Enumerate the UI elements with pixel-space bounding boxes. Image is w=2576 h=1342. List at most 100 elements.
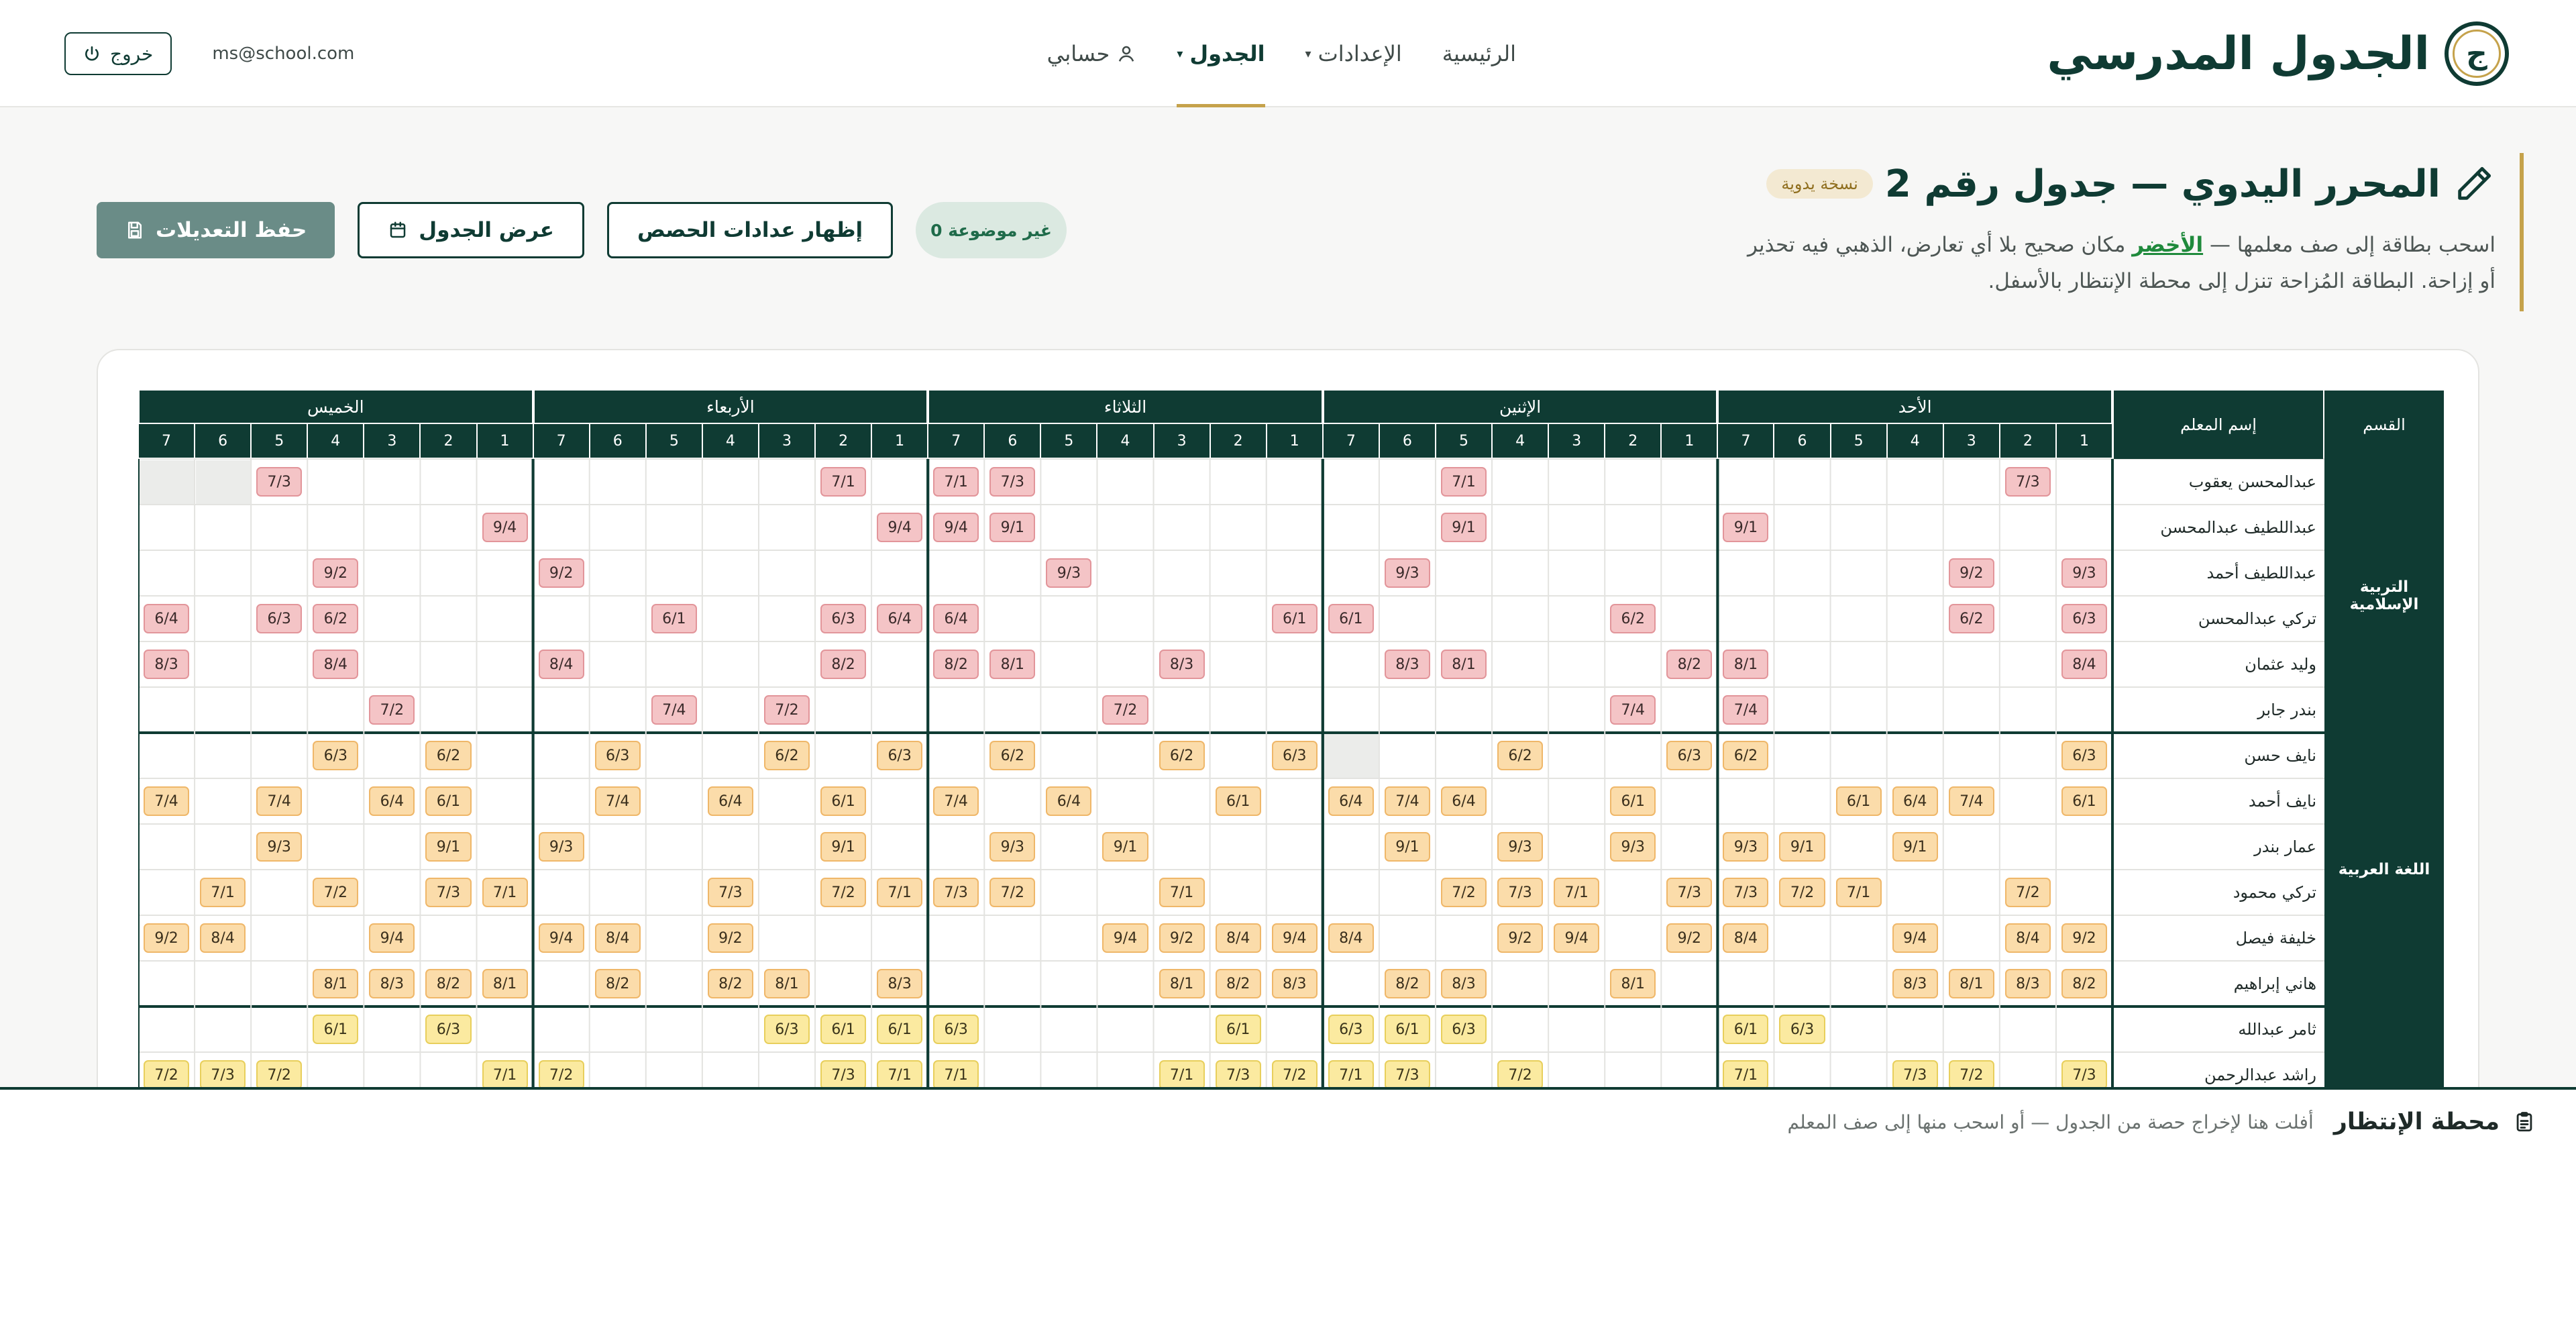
lesson-card[interactable]: 9/4 — [1102, 923, 1148, 953]
lesson-card[interactable]: 7/2 — [1102, 695, 1148, 725]
lesson-card[interactable]: 6/2 — [763, 741, 810, 770]
lesson-card[interactable]: 7/3 — [1723, 878, 1769, 907]
lesson-card[interactable]: 8/4 — [538, 650, 584, 679]
lesson-card[interactable]: 8/3 — [2004, 969, 2051, 998]
view-schedule-button[interactable]: عرض الجدول — [358, 202, 584, 258]
brand[interactable]: ج الجدول المدرسي — [2047, 20, 2509, 87]
lesson-card[interactable]: 8/3 — [1271, 969, 1318, 998]
lesson-card[interactable]: 7/1 — [482, 878, 528, 907]
lesson-card[interactable]: 8/2 — [1384, 969, 1430, 998]
lesson-card[interactable]: 7/3 — [256, 467, 303, 497]
lesson-card[interactable]: 6/4 — [933, 604, 979, 633]
lesson-card[interactable]: 9/4 — [369, 923, 415, 953]
lesson-card[interactable]: 9/2 — [144, 923, 190, 953]
lesson-card[interactable]: 6/3 — [1271, 741, 1318, 770]
lesson-card[interactable]: 7/4 — [933, 786, 979, 816]
lesson-card[interactable]: 6/1 — [425, 786, 472, 816]
lesson-card[interactable]: 7/1 — [1554, 878, 1600, 907]
lesson-card[interactable]: 9/1 — [1723, 513, 1769, 542]
lesson-card[interactable]: 6/3 — [1666, 741, 1713, 770]
lesson-card[interactable]: 9/3 — [256, 832, 303, 862]
lesson-card[interactable]: 6/3 — [877, 741, 923, 770]
lesson-card[interactable]: 6/1 — [1384, 1015, 1430, 1044]
lesson-card[interactable]: 6/2 — [1723, 741, 1769, 770]
lesson-card[interactable]: 8/1 — [1610, 969, 1656, 998]
lesson-card[interactable]: 9/3 — [538, 832, 584, 862]
lesson-card[interactable]: 7/1 — [877, 878, 923, 907]
lesson-card[interactable]: 7/2 — [1497, 1060, 1544, 1090]
lesson-card[interactable]: 7/1 — [820, 467, 867, 497]
lesson-card[interactable]: 9/3 — [2061, 558, 2107, 588]
lesson-card[interactable]: 9/1 — [820, 832, 867, 862]
lesson-card[interactable]: 7/2 — [1440, 878, 1487, 907]
lesson-card[interactable]: 6/3 — [1328, 1015, 1374, 1044]
lesson-card[interactable]: 8/4 — [2061, 650, 2107, 679]
nav-item-1[interactable]: الإعدادات ▾ — [1305, 0, 1402, 107]
lesson-card[interactable]: 6/4 — [1440, 786, 1487, 816]
lesson-card[interactable]: 8/1 — [1723, 650, 1769, 679]
lesson-card[interactable]: 6/2 — [425, 741, 472, 770]
lesson-card[interactable]: 6/4 — [1892, 786, 1938, 816]
lesson-card[interactable]: 9/1 — [989, 513, 1036, 542]
lesson-card[interactable]: 7/3 — [1892, 1060, 1938, 1090]
lesson-card[interactable]: 7/2 — [1779, 878, 1825, 907]
lesson-card[interactable]: 8/2 — [820, 650, 867, 679]
lesson-card[interactable]: 6/2 — [313, 604, 359, 633]
lesson-card[interactable]: 9/1 — [1892, 832, 1938, 862]
lesson-card[interactable]: 7/2 — [369, 695, 415, 725]
lesson-card[interactable]: 6/2 — [1948, 604, 1994, 633]
lesson-card[interactable]: 7/3 — [707, 878, 753, 907]
lesson-card[interactable]: 9/4 — [933, 513, 979, 542]
lesson-card[interactable]: 6/1 — [2061, 786, 2107, 816]
lesson-card[interactable]: 8/1 — [482, 969, 528, 998]
lesson-card[interactable]: 6/3 — [820, 604, 867, 633]
lesson-card[interactable]: 7/1 — [1835, 878, 1882, 907]
lesson-card[interactable]: 7/3 — [820, 1060, 867, 1090]
lesson-card[interactable]: 6/4 — [369, 786, 415, 816]
lesson-card[interactable]: 6/3 — [2061, 741, 2107, 770]
lesson-card[interactable]: 8/3 — [1159, 650, 1205, 679]
lesson-card[interactable]: 6/4 — [1328, 786, 1374, 816]
lesson-card[interactable]: 8/2 — [1215, 969, 1261, 998]
lesson-card[interactable]: 8/1 — [763, 969, 810, 998]
lesson-card[interactable]: 7/2 — [538, 1060, 584, 1090]
lesson-card[interactable]: 7/3 — [989, 467, 1036, 497]
lesson-card[interactable]: 6/2 — [1497, 741, 1544, 770]
lesson-card[interactable]: 7/2 — [820, 878, 867, 907]
lesson-card[interactable]: 9/3 — [1610, 832, 1656, 862]
lesson-card[interactable]: 7/3 — [2004, 467, 2051, 497]
nav-item-0[interactable]: الرئيسية — [1442, 0, 1516, 107]
lesson-card[interactable]: 7/1 — [1328, 1060, 1374, 1090]
lesson-card[interactable]: 8/2 — [2061, 969, 2107, 998]
lesson-card[interactable]: 9/4 — [1892, 923, 1938, 953]
lesson-card[interactable]: 9/2 — [1159, 923, 1205, 953]
lesson-card[interactable]: 6/2 — [989, 741, 1036, 770]
lesson-card[interactable]: 6/3 — [425, 1015, 472, 1044]
lesson-card[interactable]: 9/3 — [1723, 832, 1769, 862]
waiting-station[interactable]: محطة الإنتظار أفلت هنا لإخراج حصة من الج… — [0, 1087, 2576, 1342]
lesson-card[interactable]: 7/4 — [1384, 786, 1430, 816]
lesson-card[interactable]: 8/4 — [1723, 923, 1769, 953]
lesson-card[interactable]: 6/1 — [877, 1015, 923, 1044]
lesson-card[interactable]: 7/3 — [200, 1060, 246, 1090]
lesson-card[interactable]: 8/3 — [144, 650, 190, 679]
lesson-card[interactable]: 8/1 — [1440, 650, 1487, 679]
lesson-card[interactable]: 7/3 — [1384, 1060, 1430, 1090]
lesson-card[interactable]: 6/1 — [1215, 786, 1261, 816]
lesson-card[interactable]: 7/2 — [313, 878, 359, 907]
lesson-card[interactable]: 8/2 — [933, 650, 979, 679]
lesson-card[interactable]: 9/1 — [1102, 832, 1148, 862]
lesson-card[interactable]: 6/1 — [651, 604, 697, 633]
lesson-card[interactable]: 7/1 — [1159, 1060, 1205, 1090]
show-counters-button[interactable]: إظهار عدادات الحصص — [606, 202, 894, 258]
lesson-card[interactable]: 7/1 — [877, 1060, 923, 1090]
lesson-card[interactable]: 8/4 — [200, 923, 246, 953]
lesson-card[interactable]: 8/3 — [1440, 969, 1487, 998]
lesson-card[interactable]: 7/1 — [1723, 1060, 1769, 1090]
lesson-card[interactable]: 6/2 — [1610, 604, 1656, 633]
lesson-card[interactable]: 9/4 — [1554, 923, 1600, 953]
lesson-card[interactable]: 8/2 — [707, 969, 753, 998]
lesson-card[interactable]: 7/4 — [651, 695, 697, 725]
lesson-card[interactable]: 6/1 — [1271, 604, 1318, 633]
lesson-card[interactable]: 7/2 — [1271, 1060, 1318, 1090]
